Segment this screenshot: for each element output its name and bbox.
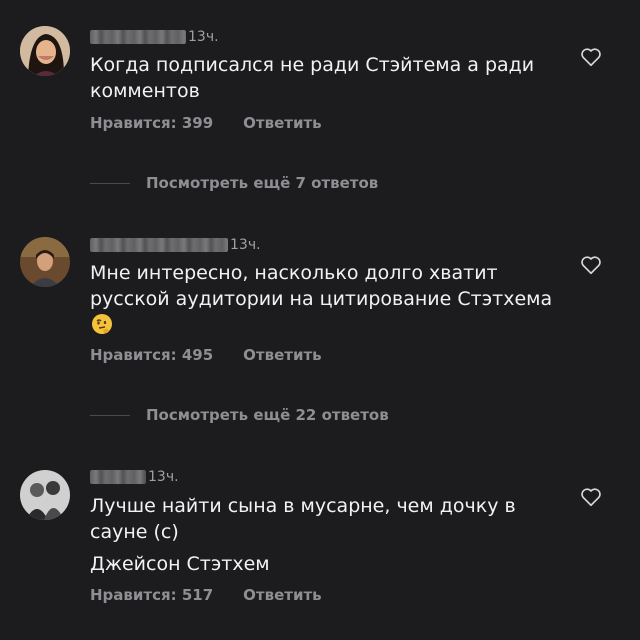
replies-divider (90, 414, 130, 416)
comment-body: Мне интересно, насколько долго хватит ру… (90, 262, 553, 310)
view-replies[interactable]: Посмотреть ещё 22 ответов (90, 406, 389, 424)
avatar[interactable] (20, 470, 70, 520)
comment-body: Лучше найти сына в мусарне, чем дочку в … (90, 495, 516, 543)
comment-text: Мне интересно, насколько долго хватит ру… (90, 260, 560, 338)
comment-meta: 13ч. (90, 467, 179, 487)
blurred-username[interactable] (90, 470, 146, 484)
comment-actions: Нравится: 399 Ответить (90, 114, 322, 132)
blurred-username[interactable] (90, 30, 186, 44)
view-replies-label[interactable]: Посмотреть ещё 22 ответов (146, 406, 389, 424)
comment-time: 13ч. (148, 469, 179, 485)
comment-time: 13ч. (188, 29, 219, 45)
avatar[interactable] (20, 237, 70, 287)
like-heart-icon[interactable] (580, 254, 602, 276)
like-heart-icon[interactable] (580, 486, 602, 508)
likes-count[interactable]: Нравится: 495 (90, 346, 213, 364)
blurred-username[interactable] (90, 238, 228, 252)
comment-actions: Нравится: 495 Ответить (90, 346, 322, 364)
view-replies[interactable]: Посмотреть ещё 7 ответов (90, 174, 378, 192)
avatar[interactable] (20, 26, 70, 76)
likes-count[interactable]: Нравится: 399 (90, 114, 213, 132)
reply-button[interactable]: Ответить (243, 114, 322, 132)
view-replies-label[interactable]: Посмотреть ещё 7 ответов (146, 174, 378, 192)
likes-count[interactable]: Нравится: 517 (90, 586, 213, 604)
replies-divider (90, 182, 130, 184)
comment-meta: 13ч. (90, 235, 261, 255)
thinking-face-emoji (91, 313, 113, 335)
reply-button[interactable]: Ответить (243, 346, 322, 364)
comment-body-line2: Джейсон Стэтхем (90, 553, 270, 575)
comment-text: Когда подписался не ради Стэйтема а ради… (90, 52, 560, 104)
comment-time: 13ч. (230, 237, 261, 253)
reply-button[interactable]: Ответить (243, 586, 322, 604)
comment-text: Лучше найти сына в мусарне, чем дочку в … (90, 493, 560, 577)
comment-body: Когда подписался не ради Стэйтема а ради… (90, 54, 535, 102)
like-heart-icon[interactable] (580, 46, 602, 68)
comment-actions: Нравится: 517 Ответить (90, 586, 322, 604)
comment-meta: 13ч. (90, 27, 219, 47)
